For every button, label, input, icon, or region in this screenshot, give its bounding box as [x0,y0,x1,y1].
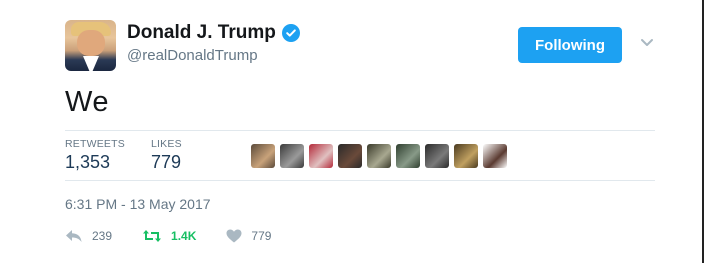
liker-avatar[interactable] [251,144,275,168]
author-handle[interactable]: @realDonaldTrump [127,47,258,64]
likes-value: 779 [151,152,182,172]
liker-avatar[interactable] [454,144,478,168]
avatar[interactable] [65,20,116,71]
liker-avatar[interactable] [338,144,362,168]
tweet-card: Donald J. Trump @realDonaldTrump Followi… [0,0,700,263]
liker-avatar[interactable] [367,144,391,168]
tweet-timestamp[interactable]: 6:31 PM - 13 May 2017 [65,196,211,212]
following-button[interactable]: Following [518,27,622,63]
retweets-value: 1,353 [65,152,111,172]
chevron-down-icon[interactable] [640,38,654,48]
retweet-count: 1.4K [171,229,197,243]
liker-avatar[interactable] [483,144,507,168]
liker-avatar[interactable] [425,144,449,168]
heart-icon [226,229,242,243]
stats-divider-bottom [65,180,655,181]
liker-avatar[interactable] [280,144,304,168]
reply-button[interactable]: 239 [65,229,112,243]
likes-label: LIKES [151,138,182,150]
avatar-shirt [83,56,99,71]
avatar-face [77,30,105,56]
reply-count: 239 [92,229,113,243]
liker-avatar[interactable] [309,144,333,168]
author-name-line: Donald J. Trump [127,22,300,44]
retweet-icon [143,230,162,242]
verified-badge-icon [281,24,300,42]
liker-avatars [251,144,507,168]
likes-stat[interactable]: LIKES 779 [151,138,182,173]
retweets-stat[interactable]: RETWEETS 1,353 [65,138,125,173]
stats-divider-top [65,130,655,131]
retweet-button[interactable]: 1.4K [142,229,196,243]
tweet-text: We [65,86,109,118]
reply-icon [66,230,82,242]
like-button[interactable]: 779 [226,229,271,243]
page-edge [702,0,704,263]
author-display-name[interactable]: Donald J. Trump [127,22,276,44]
retweets-label: RETWEETS [65,138,125,150]
tweet-actions: 239 1.4K 779 [65,229,301,243]
like-count: 779 [251,229,272,243]
liker-avatar[interactable] [396,144,420,168]
